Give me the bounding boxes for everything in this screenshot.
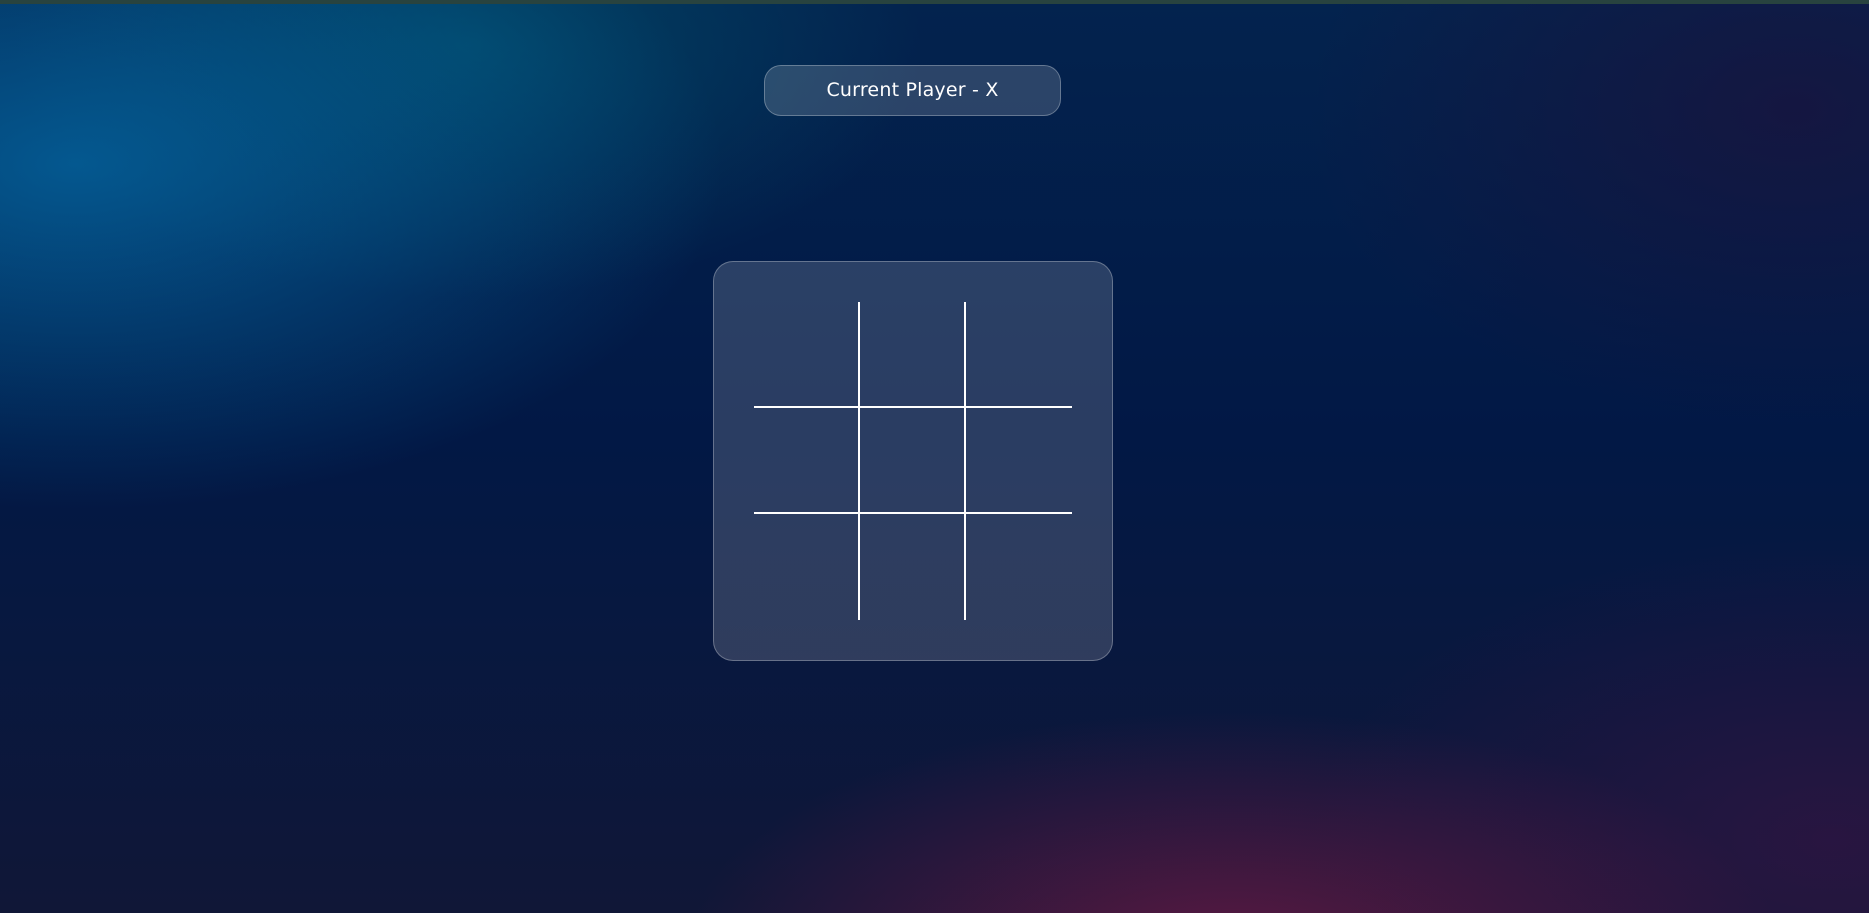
current-player-indicator: Current Player - X [764,65,1061,116]
board-cell-4[interactable] [754,408,860,514]
game-board-panel [713,261,1113,661]
board-cell-2[interactable] [860,302,966,408]
board-cell-1[interactable] [754,302,860,408]
tic-tac-toe-grid [754,302,1072,620]
board-cell-9[interactable] [966,514,1072,620]
board-cell-7[interactable] [754,514,860,620]
board-cell-5[interactable] [860,408,966,514]
board-cell-6[interactable] [966,408,1072,514]
top-bar [0,0,1869,4]
board-cell-8[interactable] [860,514,966,620]
board-cell-3[interactable] [966,302,1072,408]
